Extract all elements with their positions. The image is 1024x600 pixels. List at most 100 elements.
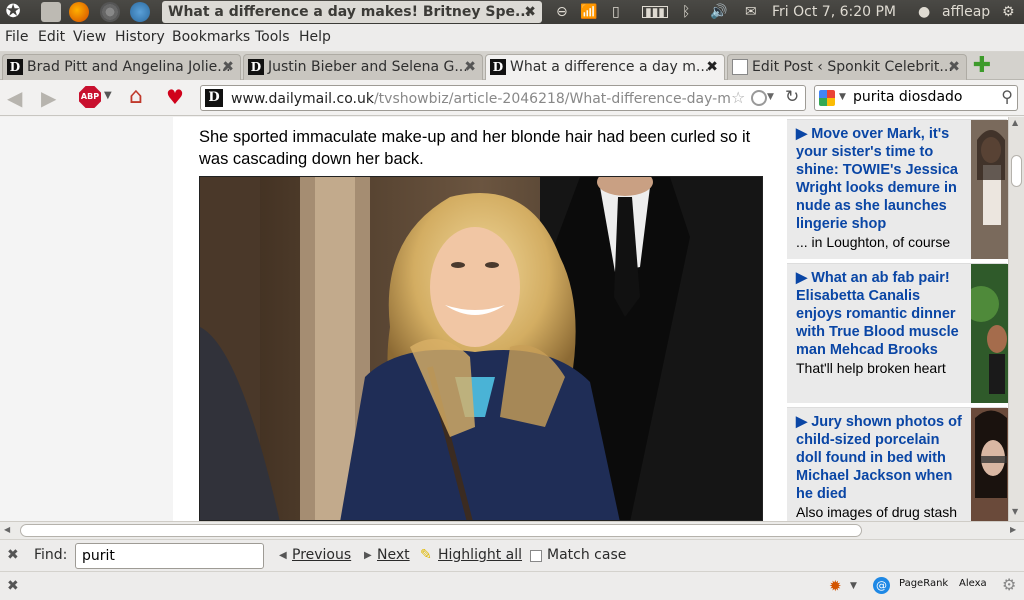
- phone-icon[interactable]: ▯: [612, 0, 620, 24]
- menu-view[interactable]: View: [73, 29, 106, 45]
- thumbnail-image: [971, 120, 1009, 259]
- home-icon[interactable]: ⌂: [129, 84, 143, 109]
- close-addon-bar-icon[interactable]: ✖: [7, 578, 19, 594]
- find-bar: ✖ Find: purit ◀ Previous ▶ Next ✎ Highli…: [0, 539, 1024, 571]
- pagerank-label[interactable]: PageRank: [899, 578, 948, 589]
- addon-dropdown-icon[interactable]: ▼: [850, 581, 857, 591]
- vertical-scrollbar[interactable]: ▲ ▼: [1008, 117, 1024, 521]
- tab-edit-post[interactable]: Edit Post ‹ Sponkit Celebrit... ✖: [727, 54, 967, 80]
- sidebar-story[interactable]: ▶ Move over Mark, it's your sister's tim…: [787, 119, 1009, 259]
- menu-bookmarks[interactable]: Bookmarks: [172, 29, 250, 45]
- tab-label: Edit Post ‹ Sponkit Celebrit...: [752, 59, 953, 75]
- close-tab-icon[interactable]: ✖: [222, 55, 234, 79]
- menu-history[interactable]: History: [115, 29, 165, 45]
- document-favicon-icon: [732, 59, 748, 75]
- user-icon[interactable]: ●: [918, 0, 930, 24]
- bluetooth-icon[interactable]: ᛒ: [682, 0, 690, 24]
- story-headline[interactable]: ▶ What an ab fab pair! Elisabetta Canali…: [796, 269, 966, 377]
- find-previous-button[interactable]: Previous: [292, 547, 351, 563]
- resize-grip-icon[interactable]: ⚙: [1002, 575, 1016, 594]
- site-identity-icon[interactable]: D: [205, 89, 223, 107]
- thumbnail-image: [971, 408, 1009, 521]
- firefox-icon[interactable]: [69, 2, 89, 22]
- highlight-all-button[interactable]: Highlight all: [438, 547, 522, 563]
- tab-brad-pitt[interactable]: D Brad Pitt and Angelina Jolie... ✖: [2, 54, 241, 80]
- reload-icon[interactable]: ↻: [785, 87, 799, 107]
- scroll-left-arrow-icon[interactable]: ◀: [4, 525, 10, 534]
- power-gear-icon[interactable]: ⚙: [1002, 0, 1015, 24]
- volume-icon[interactable]: 🔊: [710, 0, 727, 24]
- wifi-icon[interactable]: 📶: [580, 0, 597, 24]
- scroll-down-arrow-icon[interactable]: ▼: [1012, 507, 1018, 516]
- story-headline-text[interactable]: What an ab fab pair! Elisabetta Canalis …: [796, 270, 959, 358]
- scroll-right-arrow-icon[interactable]: ▶: [1010, 525, 1016, 534]
- shutdown-icon[interactable]: ⊖: [556, 0, 568, 24]
- adblock-dropdown-icon[interactable]: ▼: [104, 90, 112, 101]
- story-headline[interactable]: ▶ Move over Mark, it's your sister's tim…: [796, 125, 966, 251]
- network-globe-icon[interactable]: [130, 2, 150, 22]
- navigation-toolbar: ◀ ▶ ABP ▼ ⌂ ♥ D www.dailymail.co.uk/tvsh…: [0, 80, 1024, 116]
- battery-icon[interactable]: ▮▮▮: [642, 6, 668, 18]
- tab-bar: D Brad Pitt and Angelina Jolie... ✖ D Ju…: [0, 52, 1024, 81]
- close-tab-icon[interactable]: ✖: [948, 55, 960, 79]
- story-headline[interactable]: ▶ Jury shown photos of child-sized porce…: [796, 413, 966, 521]
- highlighter-icon: ✎: [420, 547, 432, 563]
- scroll-up-arrow-icon[interactable]: ▲: [1012, 118, 1018, 127]
- back-arrow-icon[interactable]: ◀: [7, 86, 22, 110]
- close-findbar-icon[interactable]: ✖: [7, 547, 19, 563]
- story-thumbnail[interactable]: [971, 120, 1009, 259]
- horizontal-scrollbar[interactable]: ◀ ▶: [0, 521, 1024, 539]
- url-dropdown-icon[interactable]: ▼: [767, 92, 774, 102]
- story-headline-text[interactable]: Move over Mark, it's your sister's time …: [796, 126, 958, 232]
- close-tab-icon[interactable]: ✖: [706, 55, 718, 79]
- article-photo[interactable]: [199, 176, 763, 521]
- next-arrow-icon[interactable]: ▶: [364, 550, 372, 561]
- adblock-plus-icon[interactable]: ABP: [79, 86, 101, 108]
- search-bar[interactable]: ▼ purita diosdado ⚲: [814, 85, 1018, 111]
- match-case-label[interactable]: Match case: [547, 547, 626, 563]
- close-window-icon[interactable]: ✖: [524, 1, 536, 23]
- chromium-icon[interactable]: [100, 2, 120, 22]
- find-input[interactable]: purit: [75, 543, 264, 569]
- tab-what-a-difference[interactable]: D What a difference a day m... ✖: [485, 54, 725, 81]
- match-case-checkbox[interactable]: [530, 550, 542, 562]
- find-next-button[interactable]: Next: [377, 547, 410, 563]
- sidebar-story[interactable]: ▶ Jury shown photos of child-sized porce…: [787, 407, 1009, 521]
- tab-justin-bieber[interactable]: D Justin Bieber and Selena G... ✖: [243, 54, 483, 80]
- address-bar[interactable]: D www.dailymail.co.uk/tvshowbiz/article-…: [200, 85, 806, 111]
- alexa-label[interactable]: Alexa: [959, 578, 987, 589]
- story-headline-text[interactable]: Jury shown photos of child-sized porcela…: [796, 414, 962, 502]
- tab-label: What a difference a day m...: [510, 59, 710, 75]
- menu-tools[interactable]: Tools: [255, 29, 290, 45]
- menu-file[interactable]: File: [5, 29, 28, 45]
- story-thumbnail[interactable]: [971, 408, 1009, 521]
- previous-arrow-icon[interactable]: ◀: [279, 550, 287, 561]
- new-tab-plus-icon[interactable]: ✚: [970, 55, 994, 77]
- google-engine-icon[interactable]: [819, 90, 835, 106]
- story-thumbnail[interactable]: [971, 264, 1009, 403]
- active-window-title[interactable]: What a difference a day makes! Britney S…: [162, 1, 542, 23]
- forward-arrow-icon[interactable]: ▶: [41, 86, 56, 110]
- search-input[interactable]: purita diosdado: [853, 89, 962, 105]
- user-name[interactable]: affleap: [942, 0, 990, 24]
- vertical-scroll-thumb[interactable]: [1011, 155, 1022, 187]
- search-magnifier-icon[interactable]: ⚲: [1001, 87, 1013, 106]
- horizontal-scroll-thumb[interactable]: [20, 524, 862, 537]
- related-stories-sidebar: ▶ Move over Mark, it's your sister's tim…: [787, 119, 1024, 521]
- close-tab-icon[interactable]: ✖: [464, 55, 476, 79]
- bookmark-star-icon[interactable]: ☆: [731, 88, 745, 107]
- ubuntu-logo-icon[interactable]: ✪: [3, 2, 23, 22]
- status-bar: ✖ ✹ ▼ @ PageRank Alexa ⚙: [0, 571, 1024, 600]
- heart-icon[interactable]: ♥: [166, 85, 184, 109]
- engine-dropdown-icon[interactable]: ▼: [839, 92, 846, 102]
- reader-icon[interactable]: [751, 90, 767, 106]
- mail-icon[interactable]: ✉: [745, 0, 757, 24]
- clock[interactable]: Fri Oct 7, 6:20 PM: [772, 0, 896, 24]
- at-sign-icon[interactable]: @: [873, 577, 890, 594]
- menu-help[interactable]: Help: [299, 29, 331, 45]
- text-editor-icon[interactable]: [41, 2, 61, 22]
- menu-edit[interactable]: Edit: [38, 29, 65, 45]
- url-text[interactable]: www.dailymail.co.uk/tvshowbiz/article-20…: [231, 89, 731, 109]
- firebug-icon[interactable]: ✹: [829, 577, 842, 595]
- sidebar-story[interactable]: ▶ What an ab fab pair! Elisabetta Canali…: [787, 263, 1009, 403]
